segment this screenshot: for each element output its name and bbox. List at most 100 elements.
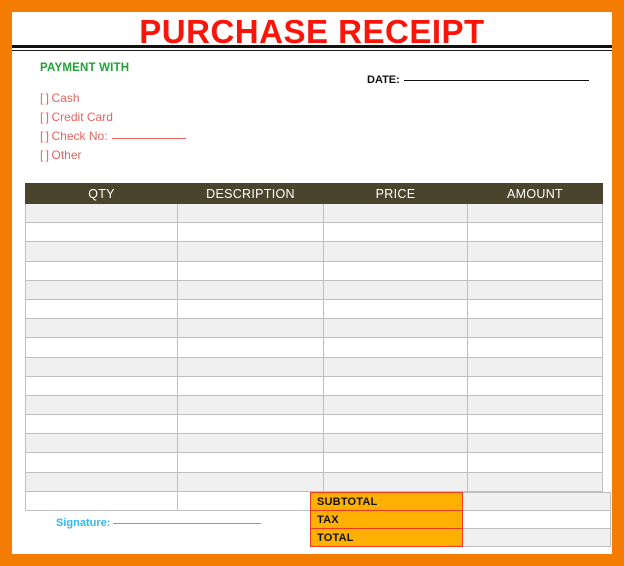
date-input[interactable]: [403, 71, 589, 81]
check-number-input[interactable]: [111, 128, 186, 139]
cell-qty[interactable]: [25, 222, 178, 243]
cell-qty[interactable]: [25, 394, 178, 416]
date-label: DATE:: [367, 74, 400, 86]
cell-description[interactable]: [177, 452, 324, 473]
cell-price[interactable]: [323, 279, 468, 300]
total-value[interactable]: [462, 528, 611, 547]
subtotal-value[interactable]: [462, 492, 611, 511]
payment-option-credit-card[interactable]: [ ] Credit Card: [40, 108, 290, 127]
cell-price[interactable]: [323, 356, 468, 377]
cell-price[interactable]: [323, 471, 468, 492]
cell-amount[interactable]: [467, 414, 603, 435]
cell-price[interactable]: [323, 318, 468, 339]
checkbox-icon[interactable]: [ ]: [40, 91, 49, 105]
table-row[interactable]: [25, 298, 603, 320]
payment-with-heading: PAYMENT WITH: [40, 62, 130, 74]
tax-value[interactable]: [462, 510, 611, 529]
cell-amount[interactable]: [467, 394, 603, 416]
cell-qty[interactable]: [25, 356, 178, 377]
cell-qty[interactable]: [25, 241, 178, 262]
table-row[interactable]: [25, 241, 603, 262]
cell-price[interactable]: [323, 337, 468, 358]
cell-description[interactable]: [177, 222, 324, 243]
cell-price[interactable]: [323, 260, 468, 281]
signature-input[interactable]: [113, 514, 262, 524]
cell-price[interactable]: [323, 298, 468, 320]
cell-qty[interactable]: [25, 202, 178, 224]
totals-row-tax: TAX: [310, 510, 611, 529]
cell-amount[interactable]: [467, 298, 603, 320]
cell-qty[interactable]: [25, 490, 178, 512]
cell-amount[interactable]: [467, 222, 603, 243]
table-row[interactable]: [25, 222, 603, 243]
cell-amount[interactable]: [467, 241, 603, 262]
cell-price[interactable]: [323, 202, 468, 224]
table-row[interactable]: [25, 337, 603, 358]
payment-option-other[interactable]: [ ] Other: [40, 146, 290, 165]
table-row[interactable]: [25, 318, 603, 339]
cell-qty[interactable]: [25, 337, 178, 358]
cell-qty[interactable]: [25, 279, 178, 300]
cell-amount[interactable]: [467, 471, 603, 492]
table-row[interactable]: [25, 260, 603, 281]
cell-description[interactable]: [177, 241, 324, 262]
table-row[interactable]: [25, 414, 603, 435]
cell-description[interactable]: [177, 298, 324, 320]
cell-qty[interactable]: [25, 414, 178, 435]
cell-amount[interactable]: [467, 356, 603, 377]
cell-description[interactable]: [177, 318, 324, 339]
checkbox-icon[interactable]: [ ]: [40, 129, 49, 143]
cell-description[interactable]: [177, 394, 324, 416]
cell-price[interactable]: [323, 222, 468, 243]
table-row[interactable]: [25, 452, 603, 473]
cell-description[interactable]: [177, 375, 324, 396]
title-divider: [12, 45, 612, 48]
cell-price[interactable]: [323, 414, 468, 435]
cell-description[interactable]: [177, 414, 324, 435]
cell-price[interactable]: [323, 433, 468, 454]
cell-description[interactable]: [177, 490, 324, 512]
payment-option-label: Credit Card: [51, 110, 113, 124]
cell-amount[interactable]: [467, 202, 603, 224]
cell-description[interactable]: [177, 260, 324, 281]
payment-option-cash[interactable]: [ ] Cash: [40, 89, 290, 108]
cell-description[interactable]: [177, 471, 324, 492]
cell-description[interactable]: [177, 433, 324, 454]
table-row[interactable]: [25, 375, 603, 396]
cell-amount[interactable]: [467, 433, 603, 454]
line-items-table: QTY DESCRIPTION PRICE AMOUNT: [25, 183, 603, 512]
cell-qty[interactable]: [25, 318, 178, 339]
table-row[interactable]: [25, 471, 603, 492]
table-row[interactable]: [25, 433, 603, 454]
table-row[interactable]: [25, 394, 603, 416]
cell-price[interactable]: [323, 241, 468, 262]
checkbox-icon[interactable]: [ ]: [40, 148, 49, 162]
cell-qty[interactable]: [25, 298, 178, 320]
table-row[interactable]: [25, 356, 603, 377]
cell-qty[interactable]: [25, 433, 178, 454]
cell-amount[interactable]: [467, 452, 603, 473]
table-row[interactable]: [25, 202, 603, 224]
cell-price[interactable]: [323, 394, 468, 416]
total-label: TOTAL: [310, 528, 463, 547]
cell-amount[interactable]: [467, 375, 603, 396]
table-row[interactable]: [25, 279, 603, 300]
cell-description[interactable]: [177, 356, 324, 377]
cell-qty[interactable]: [25, 471, 178, 492]
checkbox-icon[interactable]: [ ]: [40, 110, 49, 124]
payment-option-label: Cash: [51, 91, 80, 105]
cell-qty[interactable]: [25, 452, 178, 473]
cell-amount[interactable]: [467, 318, 603, 339]
cell-amount[interactable]: [467, 337, 603, 358]
cell-amount[interactable]: [467, 279, 603, 300]
cell-description[interactable]: [177, 337, 324, 358]
payment-option-check-no[interactable]: [ ] Check No:: [40, 127, 290, 146]
tax-label: TAX: [310, 510, 463, 529]
cell-amount[interactable]: [467, 260, 603, 281]
cell-description[interactable]: [177, 202, 324, 224]
cell-qty[interactable]: [25, 260, 178, 281]
cell-price[interactable]: [323, 452, 468, 473]
cell-description[interactable]: [177, 279, 324, 300]
cell-price[interactable]: [323, 375, 468, 396]
cell-qty[interactable]: [25, 375, 178, 396]
